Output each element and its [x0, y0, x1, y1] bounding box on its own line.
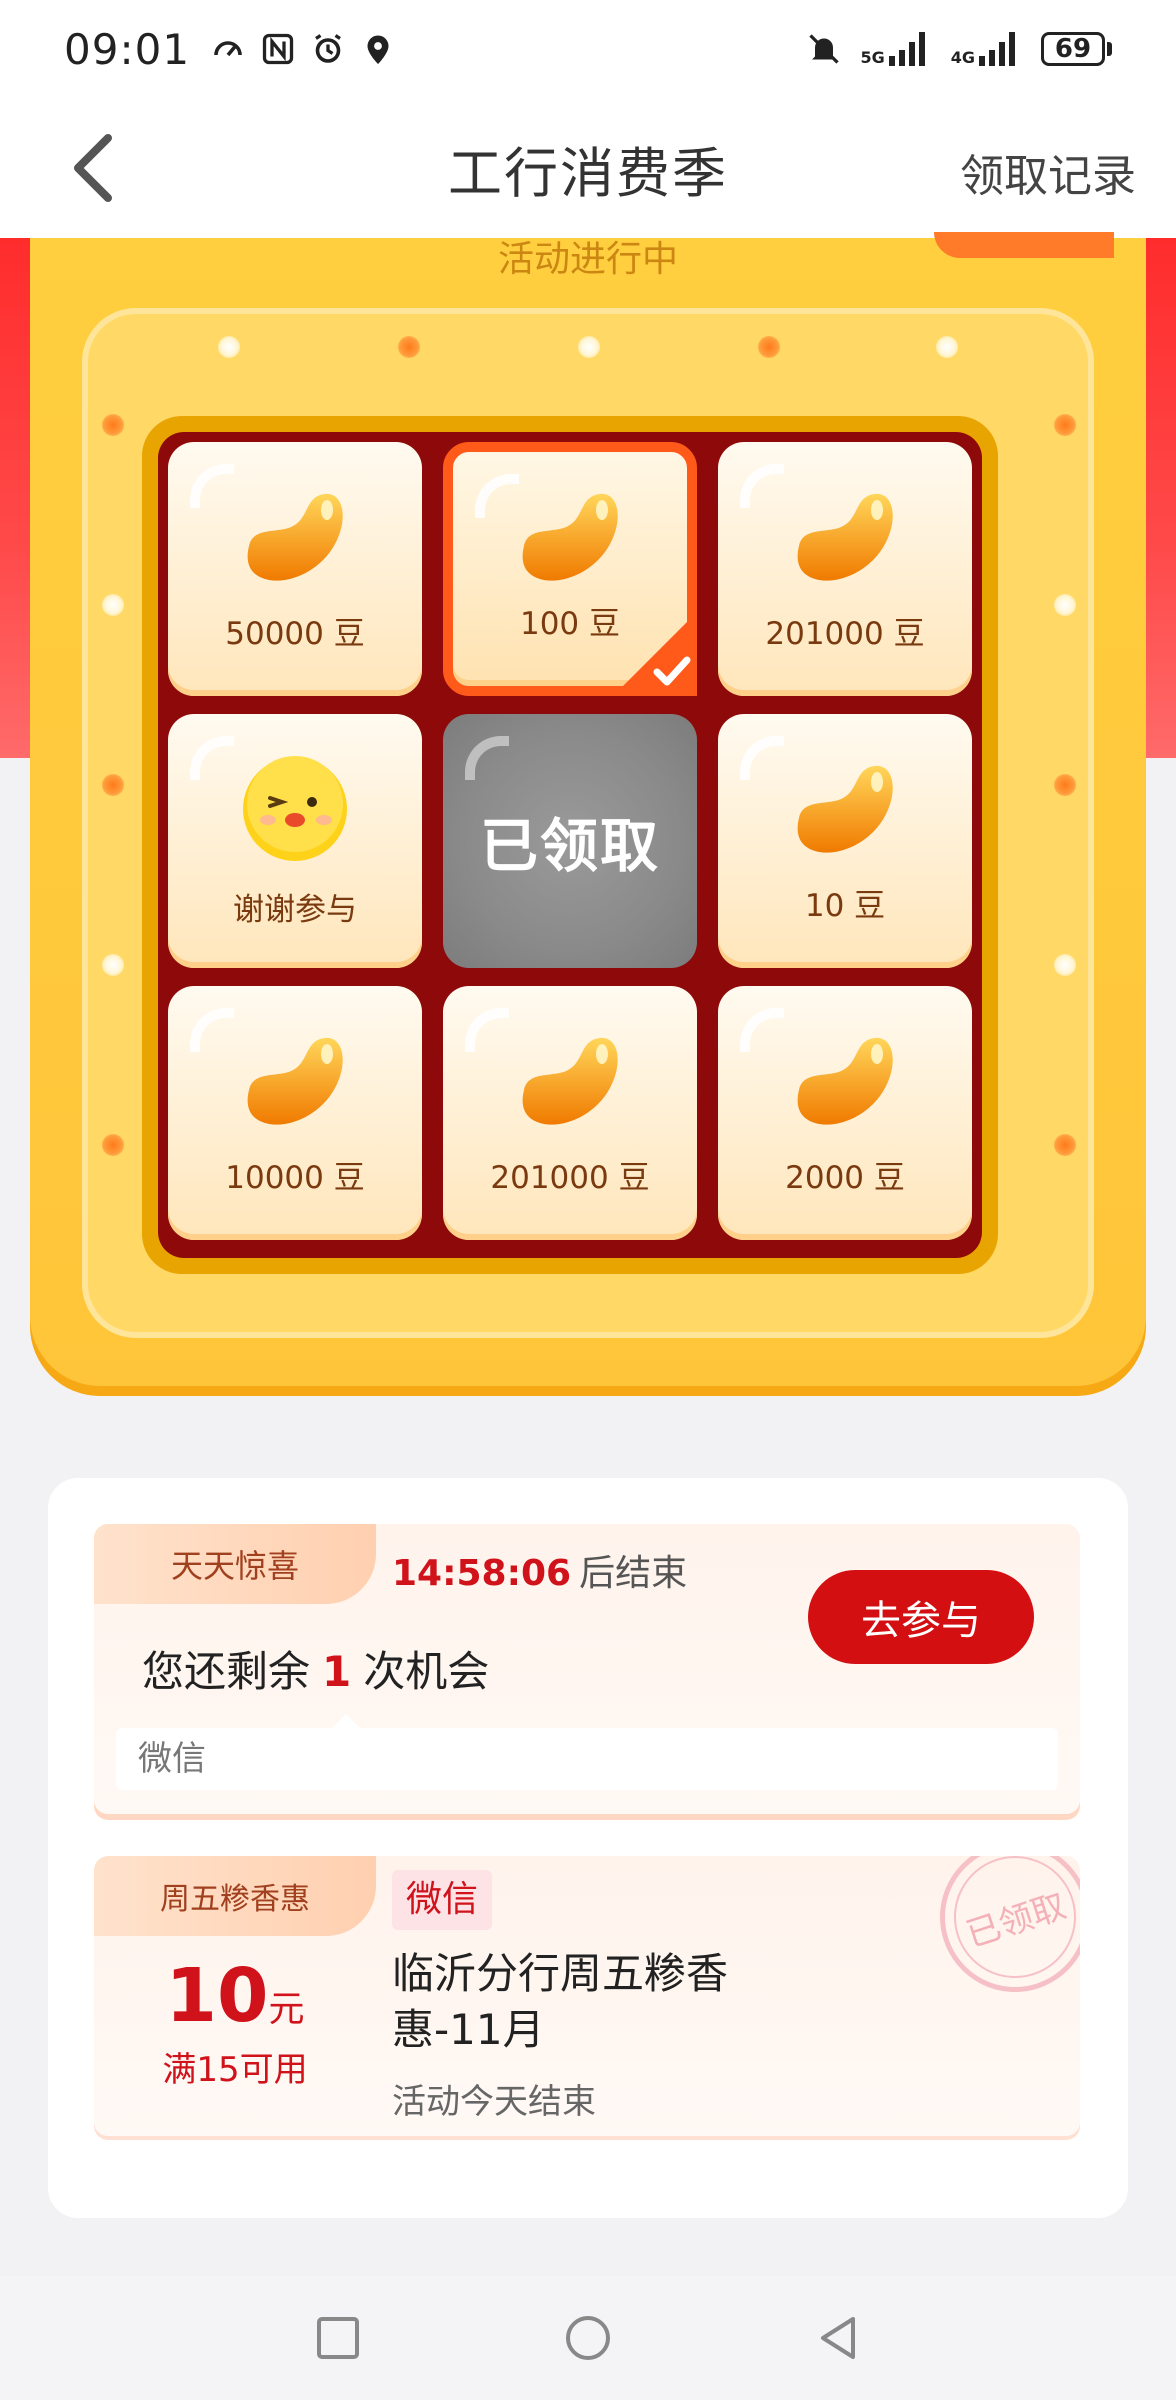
alarm-icon [315, 34, 341, 63]
back-icon[interactable] [813, 2313, 863, 2363]
prize-cell-7[interactable]: 201000 豆 [443, 986, 697, 1240]
coupon-value: 10元 满15可用 [94, 1956, 376, 2091]
light-dot [102, 954, 124, 976]
light-dot [1054, 774, 1076, 796]
prize-grid: 50000 豆 100 豆 201000 豆 谢谢参与 已领取 10 豆 100… [158, 432, 982, 1258]
light-dot [102, 1134, 124, 1156]
remaining-chances: 您还剩余 1 次机会 [142, 1638, 489, 1699]
claimed-stamp: 已领取 [920, 1856, 1080, 2012]
friday-offer-tag: 周五糁香惠 [94, 1856, 376, 1936]
promo-card-container: 天天惊喜 14:58:06 后结束 您还剩余 1 次机会 去参与 微信 周五糁香惠 1… [48, 1478, 1128, 2218]
network-5g-label: 5G [860, 48, 885, 67]
page-title: 工行消费季 [448, 141, 728, 205]
claimed-label: 已领取 [479, 812, 660, 880]
prize-label: 10000 豆 [225, 1160, 365, 1196]
status-time: 09:01 [64, 24, 191, 74]
recent-apps-icon[interactable] [313, 2313, 363, 2363]
participate-button[interactable]: 去参与 [808, 1570, 1034, 1664]
battery-level: 69 [1041, 32, 1105, 66]
light-dot [1054, 1134, 1076, 1156]
checkmark-icon [613, 612, 697, 696]
prize-cell-1[interactable]: 50000 豆 [168, 442, 422, 696]
home-icon[interactable] [563, 2313, 613, 2363]
back-arrow-icon[interactable] [64, 132, 124, 204]
light-dot [578, 336, 600, 358]
channel-badge: 微信 [392, 1870, 493, 1930]
claimed-stamp-text: 已领取 [938, 1856, 1080, 1994]
lottery-board: 活动进行中 50000 豆 100 豆 201000 豆 谢谢参与 已领取 10… [30, 232, 1146, 1396]
network-4g-label: 4G [950, 48, 975, 67]
bean-icon [797, 765, 893, 853]
coupon-condition: 满15可用 [162, 2050, 308, 2090]
countdown-time: 14:58:06 [392, 1553, 572, 1594]
channel-info: 微信 [116, 1728, 1058, 1790]
board-frame: 50000 豆 100 豆 201000 豆 谢谢参与 已领取 10 豆 100… [82, 308, 1094, 1338]
light-dot [398, 336, 420, 358]
light-dot [1054, 594, 1076, 616]
bean-icon [247, 1037, 343, 1125]
prize-cell-8[interactable]: 2000 豆 [718, 986, 972, 1240]
duck-icon [243, 756, 347, 861]
daily-surprise-card: 天天惊喜 14:58:06 后结束 您还剩余 1 次机会 去参与 微信 [94, 1524, 1080, 1814]
coupon-amount: 10 [165, 1953, 269, 2039]
light-dot [758, 336, 780, 358]
signal-icon [979, 32, 1015, 66]
speedometer-icon [214, 41, 242, 57]
offer-title: 临沂分行周五糁香惠-11月 [392, 1949, 729, 2054]
bean-icon [797, 493, 893, 581]
prize-label: 201000 豆 [490, 1160, 650, 1196]
prize-label: 10 豆 [804, 888, 886, 924]
mute-icon [809, 34, 840, 64]
light-dot [1054, 414, 1076, 436]
friday-offer-card[interactable]: 周五糁香惠 10元 满15可用 微信 临沂分行周五糁香惠-11月 活动今天结束 … [94, 1856, 1080, 2136]
prize-label: 谢谢参与 [233, 892, 357, 928]
prize-label: 201000 豆 [765, 616, 925, 652]
bean-icon [247, 493, 343, 581]
countdown-suffix: 后结束 [579, 1553, 688, 1594]
daily-surprise-tag: 天天惊喜 [94, 1524, 376, 1604]
coupon-unit: 元 [268, 1989, 305, 2030]
prize-label: 100 豆 [519, 606, 621, 642]
light-dot [218, 336, 240, 358]
prize-cell-3[interactable]: 201000 豆 [718, 442, 972, 696]
light-dot [102, 414, 124, 436]
light-dot [102, 594, 124, 616]
offer-subtitle: 活动今天结束 [392, 2082, 596, 2122]
bean-icon [522, 493, 618, 581]
bean-icon [797, 1037, 893, 1125]
light-dot [1054, 954, 1076, 976]
nfc-icon [262, 33, 294, 65]
location-icon [367, 35, 389, 64]
status-bar: 09:01 5G 4G 69 [0, 0, 1176, 98]
chances-suffix: 次机会 [363, 1647, 490, 1696]
prize-cell-4[interactable]: 谢谢参与 [168, 714, 422, 968]
signal-icon [888, 32, 925, 66]
light-dot [102, 774, 124, 796]
prize-cell-2-selected[interactable]: 100 豆 [443, 442, 697, 696]
countdown: 14:58:06 后结束 [392, 1544, 687, 1596]
claimed-button[interactable]: 已领取 [443, 714, 697, 968]
light-dot [936, 336, 958, 358]
claim-records-link[interactable]: 领取记录 [960, 140, 1136, 204]
chances-count: 1 [322, 1647, 352, 1696]
bean-icon [522, 1037, 618, 1125]
prize-cell-6[interactable]: 10000 豆 [168, 986, 422, 1240]
system-nav-bar [0, 2276, 1176, 2400]
battery-icon: 69 [1041, 32, 1112, 66]
prize-label: 2000 豆 [785, 1160, 905, 1196]
prize-grid-frame: 50000 豆 100 豆 201000 豆 谢谢参与 已领取 10 豆 100… [142, 416, 998, 1274]
board-corner-tag [934, 232, 1114, 258]
chances-prefix: 您还剩余 [142, 1647, 311, 1696]
prize-cell-5[interactable]: 10 豆 [718, 714, 972, 968]
app-header: 工行消费季 领取记录 [0, 98, 1176, 238]
prize-label: 50000 豆 [225, 616, 365, 652]
